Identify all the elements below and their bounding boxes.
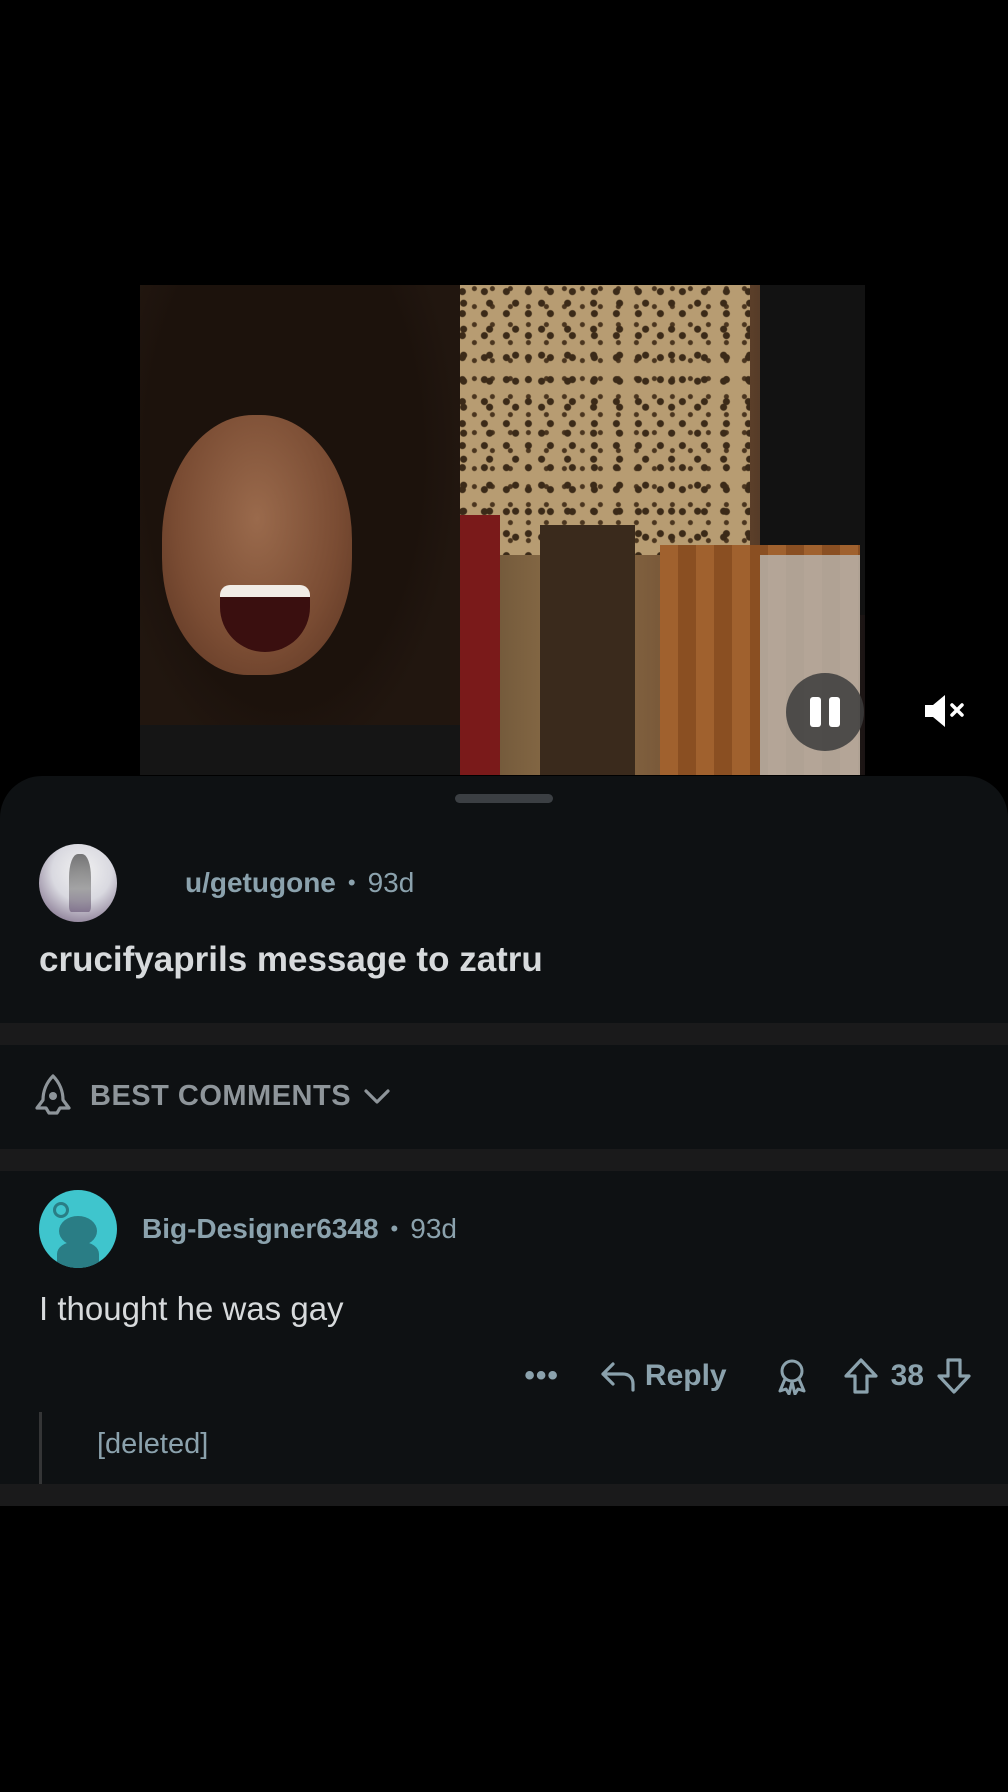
downvote-arrow-icon	[937, 1358, 971, 1394]
meta-separator: •	[347, 870, 356, 895]
section-divider	[0, 1023, 1008, 1045]
speaker-muted-icon	[925, 695, 964, 727]
post-username[interactable]: u/getugone	[185, 867, 336, 899]
rocket-icon	[35, 1074, 71, 1115]
snoo-body	[57, 1242, 99, 1268]
post-title[interactable]: crucifyaprils message to zatru	[39, 940, 543, 980]
sheet-grabber[interactable]	[455, 794, 553, 803]
deleted-reply[interactable]: [deleted]	[97, 1428, 208, 1461]
pause-icon-left	[810, 697, 821, 727]
post-header: u/getugone • 93d	[39, 844, 414, 922]
upvote-button[interactable]	[843, 1357, 879, 1395]
snoo-antenna	[53, 1202, 69, 1218]
vote-count: 38	[890, 1359, 924, 1392]
avatar[interactable]	[39, 1190, 117, 1268]
thread-line[interactable]	[39, 1412, 42, 1490]
comment-meta: Big-Designer6348 • 93d	[142, 1213, 457, 1245]
award-button[interactable]	[775, 1357, 809, 1395]
comment-username[interactable]: Big-Designer6348	[142, 1213, 379, 1245]
more-options-button[interactable]: •••	[524, 1359, 559, 1393]
comment-header: Big-Designer6348 • 93d	[39, 1190, 457, 1268]
reply-label: Reply	[644, 1359, 727, 1392]
reddit-post-screen: u/getugone • 93d crucifyaprils message t…	[0, 0, 1008, 1792]
comment-sort-dropdown[interactable]: BEST COMMENTS	[30, 1071, 391, 1121]
comment-age: 93d	[410, 1213, 457, 1244]
pause-icon-right	[829, 697, 840, 727]
sort-label: BEST COMMENTS	[90, 1079, 352, 1112]
award-icon	[778, 1359, 806, 1395]
video-person-shirt	[140, 725, 460, 775]
comment-actions: ••• Reply 38	[524, 1346, 972, 1406]
reply-button[interactable]: Reply	[599, 1358, 775, 1394]
comment-body: I thought he was gay	[39, 1290, 344, 1327]
section-divider	[0, 1484, 1008, 1506]
section-divider	[0, 1149, 1008, 1171]
post-age: 93d	[367, 867, 415, 898]
chevron-down-icon	[364, 1089, 390, 1104]
upvote-arrow-icon	[844, 1358, 878, 1394]
post-meta: u/getugone • 93d	[185, 867, 414, 899]
meta-separator: •	[390, 1216, 399, 1241]
avatar[interactable]	[39, 844, 117, 922]
comments-sheet: u/getugone • 93d crucifyaprils message t…	[0, 776, 1008, 1506]
downvote-button[interactable]	[936, 1357, 972, 1395]
reply-arrow-icon	[601, 1362, 635, 1392]
mute-button[interactable]	[918, 686, 974, 736]
video-hanging-pants	[540, 525, 635, 775]
pause-button[interactable]	[786, 673, 864, 751]
video-player[interactable]	[140, 285, 865, 775]
